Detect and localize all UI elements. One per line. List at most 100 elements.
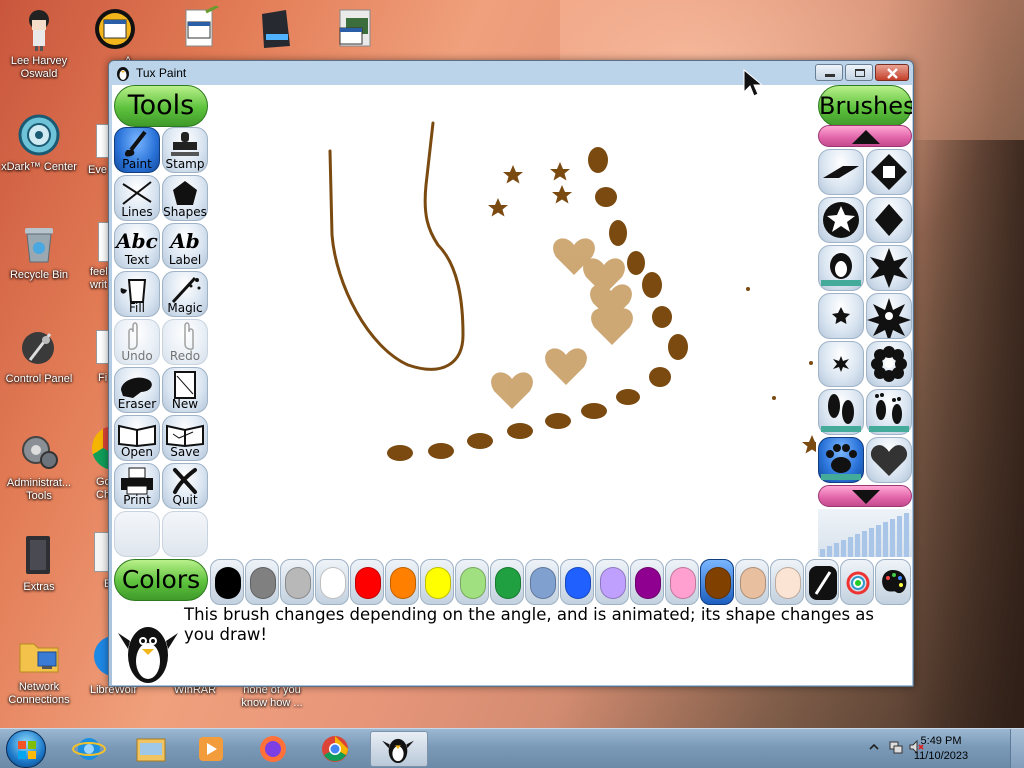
color-swatch-purple[interactable] (630, 559, 664, 605)
brush-bare-footprints[interactable] (866, 389, 912, 435)
minimize-button[interactable] (815, 64, 843, 81)
color-swatch-dark-gray[interactable] (245, 559, 279, 605)
brush-animated-tux[interactable] (818, 245, 864, 291)
brush-diamond[interactable] (866, 197, 912, 243)
recycle-bin-icon (16, 220, 62, 266)
tool-shapes[interactable]: Shapes (162, 175, 208, 221)
color-swatch-blue[interactable] (560, 559, 594, 605)
desktop-icon-administrative-tools[interactable]: Administrat... Tools (0, 428, 78, 503)
color-swatch-yellow[interactable] (420, 559, 454, 605)
tool-label: Quit (172, 493, 198, 507)
color-swatch-lavender[interactable] (595, 559, 629, 605)
tool-new[interactable]: New (162, 367, 208, 413)
tool-fill[interactable]: Fill (114, 271, 160, 317)
brush-tiny-star[interactable] (818, 341, 864, 387)
desktop-icon-recycle-bin[interactable]: Recycle Bin (0, 220, 78, 282)
tool-print[interactable]: Print (114, 463, 160, 509)
desktop-icon-extras[interactable]: Extras (0, 532, 78, 594)
brush-star-circle[interactable] (818, 197, 864, 243)
brush-parallelogram[interactable] (818, 149, 864, 195)
color-dot (390, 567, 416, 599)
brush-eight-point-star[interactable] (866, 293, 912, 342)
show-desktop-button[interactable] (1010, 729, 1024, 768)
network-status-icon[interactable] (888, 739, 904, 755)
color-swatch-dark-green[interactable] (490, 559, 524, 605)
desktop-icon-label: Fi (98, 372, 108, 384)
tool-open[interactable]: Open (114, 415, 160, 461)
tool-paint[interactable]: Paint (114, 127, 160, 173)
taskbar-media-player[interactable] (184, 731, 238, 767)
desktop-icon-label: Network Connections (8, 681, 70, 706)
tool-text[interactable]: Abc Text (114, 223, 160, 269)
color-dot (635, 567, 661, 599)
eight-point-star-brush-icon (867, 298, 911, 342)
tiny-star-brush-icon (833, 356, 849, 372)
clock-date: 11/10/2023 (913, 750, 969, 762)
palette-button[interactable] (875, 559, 911, 605)
tool-label[interactable]: Ab Label (162, 223, 208, 269)
color-swatch-beige[interactable] (770, 559, 804, 605)
desktop-icon-control-panel[interactable]: Control Panel (0, 324, 78, 386)
taskbar-chrome[interactable] (308, 731, 362, 767)
taskbar-firefox[interactable] (246, 731, 300, 767)
brush-small-star[interactable] (818, 293, 864, 339)
desktop-icon-none-of-you[interactable]: none of you know how ... (234, 684, 310, 710)
tool-quit[interactable]: Quit (162, 463, 208, 509)
brush-footprints[interactable] (818, 389, 864, 435)
flower-brush-icon (871, 346, 907, 382)
brush-size-slider[interactable] (818, 509, 912, 557)
start-button[interactable] (6, 730, 46, 768)
tool-save[interactable]: Save (162, 415, 208, 461)
taskbar-internet-explorer[interactable] (62, 731, 116, 767)
desktop-icon-network-connections[interactable]: Network Connections (0, 632, 78, 707)
brush-paw-print[interactable] (818, 437, 864, 483)
brushes-scroll-up[interactable] (818, 125, 912, 147)
desktop-icon-doc-2[interactable] (314, 6, 392, 55)
color-swatch-brown[interactable] (700, 559, 734, 605)
desktop-icon-lee-harvey-oswald[interactable]: Lee Harvey Oswald (0, 6, 78, 81)
brushes-header: Brushes (818, 85, 912, 127)
brushes-scroll-down[interactable] (818, 485, 912, 507)
color-swatch-orange[interactable] (385, 559, 419, 605)
tool-undo[interactable]: Undo (114, 319, 160, 365)
desktop-icon-label: Recycle Bin (9, 269, 69, 281)
color-picker-button[interactable] (805, 559, 839, 605)
system-clock[interactable]: 5:49 PM 11/10/2023 (906, 734, 976, 764)
taskbar-file-explorer[interactable] (124, 731, 178, 767)
tool-lines[interactable]: Lines (114, 175, 160, 221)
color-swatch-light-green[interactable] (455, 559, 489, 605)
desktop-icon-xdark-center[interactable]: xDark™ Center (0, 112, 78, 174)
brush-flower[interactable] (866, 341, 912, 387)
color-swatch-sky-blue[interactable] (525, 559, 559, 605)
show-hidden-icons-chevron-icon[interactable] (866, 739, 882, 755)
triangle-down-icon (852, 490, 880, 504)
title-bar[interactable]: Tux Paint (109, 61, 913, 85)
brush-heart[interactable] (866, 437, 912, 483)
tool-label: Magic (167, 301, 203, 315)
color-wheel-button[interactable] (840, 559, 874, 605)
drawing-canvas[interactable] (208, 85, 898, 557)
color-swatch-red[interactable] (350, 559, 384, 605)
maximize-button[interactable] (845, 64, 873, 81)
color-swatch-pink[interactable] (665, 559, 699, 605)
network-connections-icon (16, 632, 62, 678)
desktop-icon-label: xDark™ Center (1, 161, 77, 173)
color-swatch-black[interactable] (210, 559, 244, 605)
close-button[interactable] (875, 64, 909, 81)
color-swatch-tan[interactable] (735, 559, 769, 605)
desktop-icon-label: Extras (23, 581, 55, 593)
tool-eraser[interactable]: Eraser (114, 367, 160, 413)
tool-magic[interactable]: Magic (162, 271, 208, 317)
desktop-icon-doc-1[interactable] (160, 4, 238, 55)
desktop-icon-a[interactable]: A (78, 6, 156, 68)
animated-tux-brush-icon (821, 253, 861, 286)
tux-paint-window: Tux Paint Tools Paint Stamp Lines Shapes… (108, 60, 914, 687)
color-swatch-white[interactable] (315, 559, 349, 605)
brush-diamond-square[interactable] (866, 149, 912, 195)
color-swatch-light-gray[interactable] (280, 559, 314, 605)
tool-redo[interactable]: Redo (162, 319, 208, 365)
desktop-icon-dark-box[interactable] (236, 6, 314, 55)
brush-big-star[interactable] (866, 245, 912, 291)
taskbar-tux-paint[interactable] (370, 731, 428, 767)
tool-stamp[interactable]: Stamp (162, 127, 208, 173)
